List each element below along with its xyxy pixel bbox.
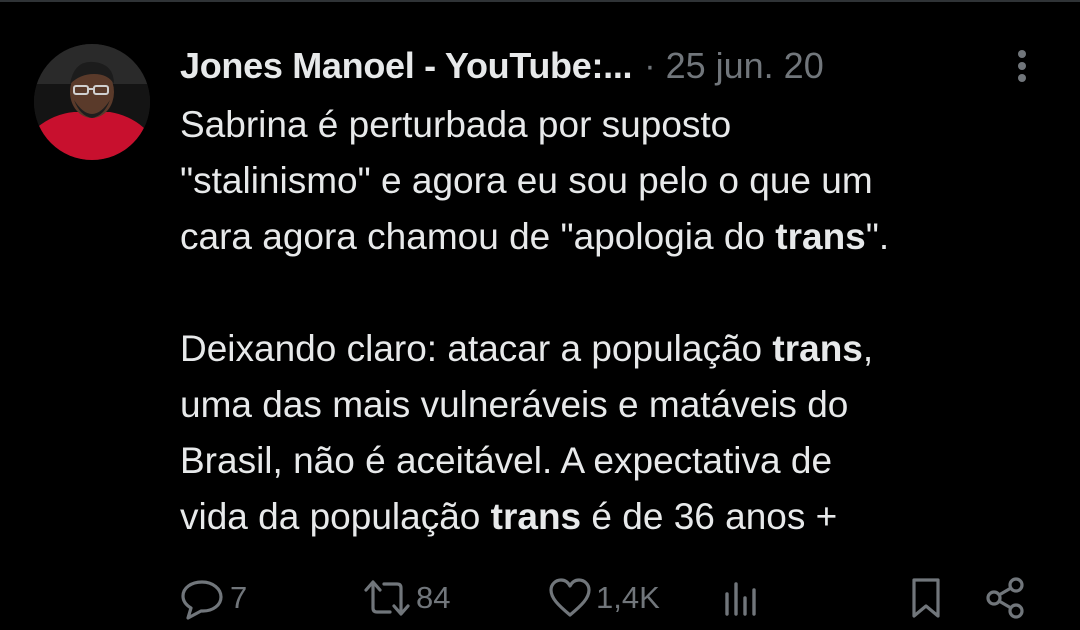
views-button[interactable] xyxy=(720,572,760,624)
like-count: 1,4K xyxy=(596,580,660,615)
reply-button[interactable]: 7 xyxy=(180,572,247,624)
tweet-text-line: Deixando claro: atacar a população trans… xyxy=(180,321,1050,377)
text-segment: cara agora chamou de "apologia do xyxy=(180,216,776,257)
repost-button[interactable]: 84 xyxy=(362,572,450,624)
highlighted-term: trans xyxy=(775,216,866,257)
tweet-text-line: vida da população trans é de 36 anos + xyxy=(180,489,1050,545)
tweet-text-line: cara agora chamou de "apologia do trans"… xyxy=(180,209,1050,265)
heart-icon xyxy=(548,576,592,620)
text-segment: Brasil, não é aceitável. A expectativa d… xyxy=(180,440,833,481)
reply-icon xyxy=(180,576,226,620)
timestamp[interactable]: 25 jun. 20 xyxy=(666,45,824,87)
bookmark-button[interactable] xyxy=(906,572,946,624)
share-icon xyxy=(984,576,1028,620)
reply-count: 7 xyxy=(230,580,248,615)
tweet-text: Sabrina é perturbada por suposto "stalin… xyxy=(180,97,1050,545)
text-segment: Deixando claro: atacar a população xyxy=(180,328,773,369)
text-segment: , xyxy=(862,328,874,369)
share-button[interactable] xyxy=(984,572,1028,624)
bookmark-icon xyxy=(906,576,946,620)
tweet-text-line: uma das mais vulneráveis e matáveis do xyxy=(180,377,1050,433)
tweet-text-line: "stalinismo" e agora eu sou pelo o que u… xyxy=(180,153,1050,209)
text-segment: ". xyxy=(865,216,890,257)
highlighted-term: trans xyxy=(772,328,863,369)
action-bar: 7 84 1,4K xyxy=(0,572,1080,624)
repost-count: 84 xyxy=(416,580,451,615)
like-button[interactable]: 1,4K xyxy=(548,572,660,624)
repost-icon xyxy=(362,576,412,620)
avatar[interactable] xyxy=(34,44,150,160)
top-divider xyxy=(0,0,1080,2)
author-name[interactable]: Jones Manoel - YouTube:... xyxy=(180,45,633,87)
meta-separator: · xyxy=(644,46,656,85)
analytics-icon xyxy=(720,576,760,620)
text-segment: "stalinismo" e agora eu sou pelo o que u… xyxy=(180,160,873,201)
more-options-button[interactable] xyxy=(1004,44,1040,88)
text-segment: é de 36 anos + xyxy=(581,496,838,537)
highlighted-term: trans xyxy=(490,496,582,537)
text-segment: uma das mais vulneráveis e matáveis do xyxy=(180,384,849,425)
tweet-text-line: Sabrina é perturbada por suposto xyxy=(180,97,1050,153)
text-segment: vida da população xyxy=(180,496,491,537)
text-segment: Sabrina é perturbada por suposto xyxy=(180,104,732,145)
tweet-header: Jones Manoel - YouTube:... · 25 jun. 20 xyxy=(180,40,824,92)
tweet-text-line: Brasil, não é aceitável. A expectativa d… xyxy=(180,433,1050,489)
more-vertical-icon xyxy=(1018,50,1026,82)
avatar-photo xyxy=(34,44,150,160)
